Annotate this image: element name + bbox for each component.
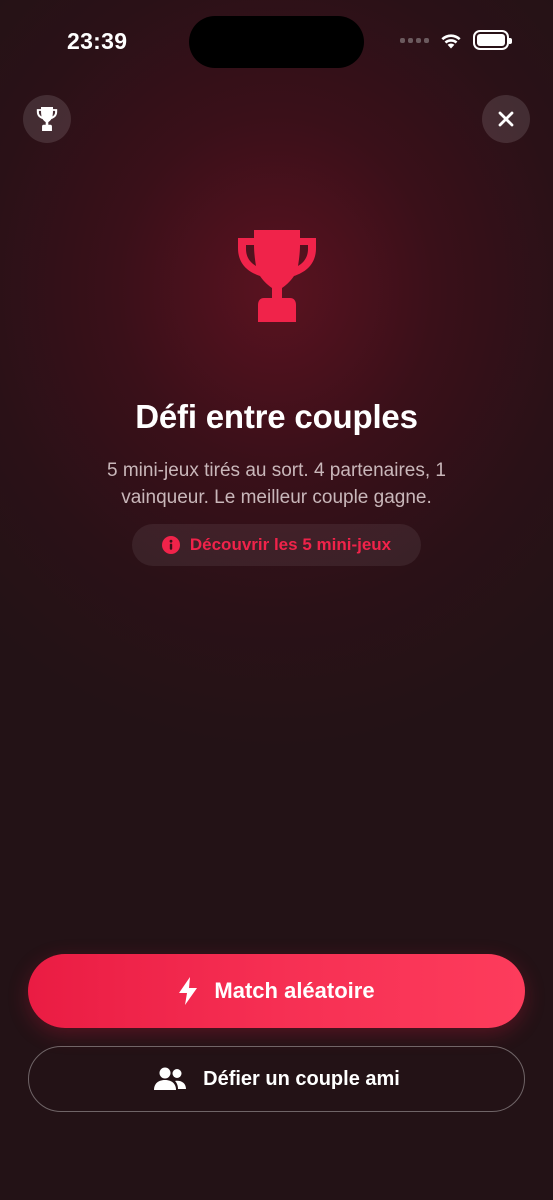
random-match-label: Match aléatoire [214, 978, 375, 1003]
discover-minigames-button[interactable]: Découvrir les 5 mini-jeux [132, 524, 421, 566]
bolt-icon [179, 977, 198, 1005]
challenge-friend-couple-label: Défier un couple ami [203, 1067, 400, 1090]
status-icons [400, 30, 512, 50]
signal-icon [400, 37, 429, 43]
leaderboard-button[interactable] [23, 95, 71, 143]
random-match-button[interactable]: Match aléatoire [28, 954, 525, 1028]
close-icon [498, 111, 514, 127]
dynamic-island [189, 16, 364, 68]
info-icon [161, 536, 180, 554]
people-icon [154, 1067, 187, 1090]
discover-minigames-label: Découvrir les 5 mini-jeux [189, 535, 392, 554]
battery-icon [473, 30, 512, 50]
status-bar: 23:39 [0, 0, 553, 80]
page-title: Défi entre couples [135, 398, 418, 435]
trophy-icon [238, 230, 316, 322]
challenge-friend-couple-button[interactable]: Défier un couple ami [28, 1046, 525, 1112]
trophy-icon [36, 107, 58, 131]
close-button[interactable] [482, 95, 530, 143]
wifi-icon [441, 34, 461, 49]
status-time: 23:39 [67, 28, 128, 54]
page-subtitle: 5 mini-jeux tirés au sort. 4 partenaires… [107, 460, 446, 508]
